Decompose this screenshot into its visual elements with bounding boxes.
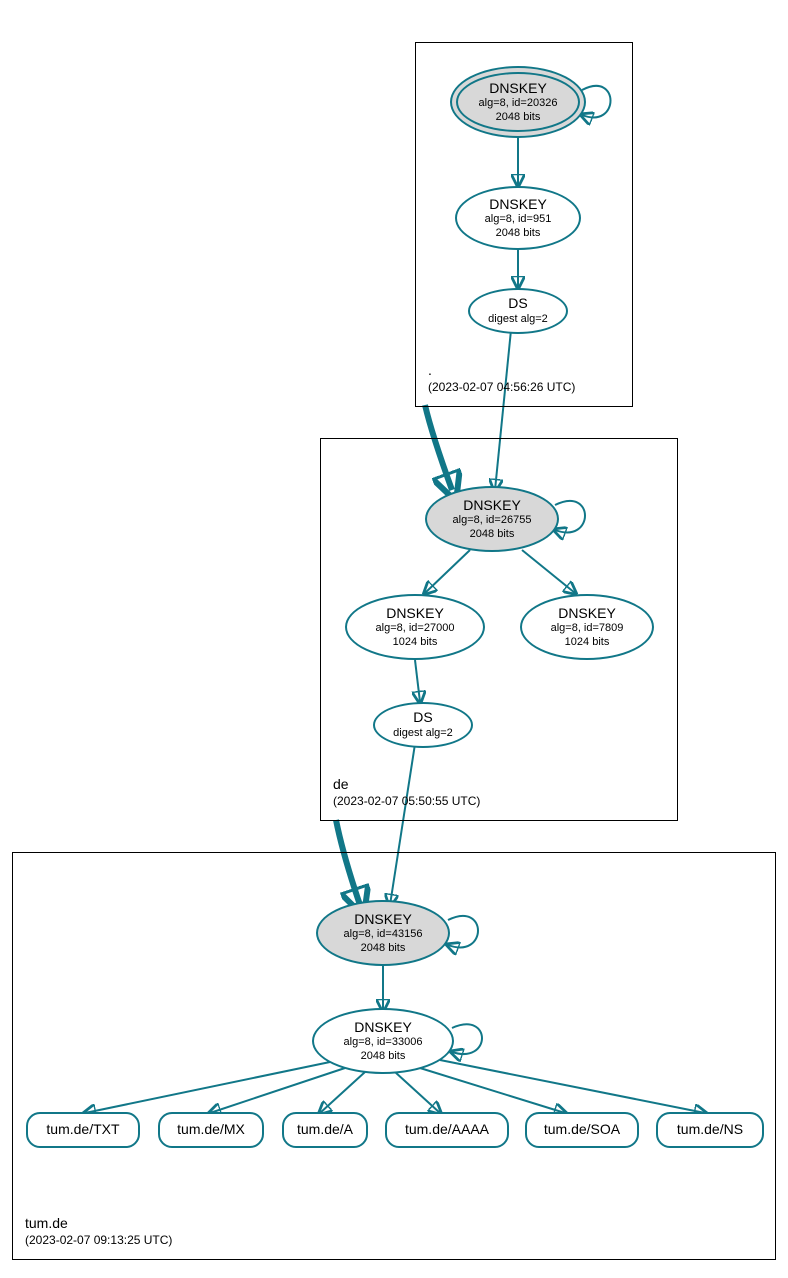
node-de-zsk2-title: DNSKEY bbox=[558, 605, 616, 623]
rr-mx-label: tum.de/MX bbox=[177, 1121, 245, 1139]
node-de-ksk-title: DNSKEY bbox=[463, 497, 521, 515]
node-tum-zsk-line1: alg=8, id=33006 bbox=[344, 1036, 423, 1050]
node-root-ds: DS digest alg=2 bbox=[468, 288, 568, 334]
zone-root-name: . bbox=[428, 362, 575, 378]
zone-de-name: de bbox=[333, 776, 480, 792]
zone-root-timestamp: (2023-02-07 04:56:26 UTC) bbox=[428, 380, 575, 394]
rr-aaaa-label: tum.de/AAAA bbox=[405, 1121, 489, 1139]
node-tum-ksk-line2: 2048 bits bbox=[361, 942, 406, 956]
rr-soa: tum.de/SOA bbox=[525, 1112, 639, 1148]
rr-aaaa: tum.de/AAAA bbox=[385, 1112, 509, 1148]
node-de-zsk2-line2: 1024 bits bbox=[565, 636, 610, 650]
node-tum-zsk: DNSKEY alg=8, id=33006 2048 bits bbox=[312, 1008, 454, 1074]
node-de-zsk1-line2: 1024 bits bbox=[393, 636, 438, 650]
node-de-zsk2-line1: alg=8, id=7809 bbox=[551, 622, 624, 636]
node-de-zsk2: DNSKEY alg=8, id=7809 1024 bits bbox=[520, 594, 654, 660]
node-root-zsk: DNSKEY alg=8, id=951 2048 bits bbox=[455, 186, 581, 250]
node-de-ds: DS digest alg=2 bbox=[373, 702, 473, 748]
node-tum-zsk-title: DNSKEY bbox=[354, 1019, 412, 1037]
rr-a-label: tum.de/A bbox=[297, 1121, 353, 1139]
node-de-ksk-line2: 2048 bits bbox=[470, 528, 515, 542]
rr-soa-label: tum.de/SOA bbox=[544, 1121, 620, 1139]
node-de-zsk1-line1: alg=8, id=27000 bbox=[376, 622, 455, 636]
node-root-ds-title: DS bbox=[508, 295, 527, 313]
zone-de-label: de (2023-02-07 05:50:55 UTC) bbox=[333, 776, 480, 808]
zone-tum-label: tum.de (2023-02-07 09:13:25 UTC) bbox=[25, 1215, 172, 1247]
node-root-zsk-line2: 2048 bits bbox=[496, 227, 541, 241]
node-root-ksk-line1: alg=8, id=20326 bbox=[479, 97, 558, 111]
node-root-ksk-title: DNSKEY bbox=[489, 80, 547, 98]
zone-de-timestamp: (2023-02-07 05:50:55 UTC) bbox=[333, 794, 480, 808]
zone-root-label: . (2023-02-07 04:56:26 UTC) bbox=[428, 362, 575, 394]
node-root-zsk-line1: alg=8, id=951 bbox=[485, 213, 552, 227]
node-tum-ksk-line1: alg=8, id=43156 bbox=[344, 928, 423, 942]
node-de-ds-line1: digest alg=2 bbox=[393, 727, 453, 741]
rr-a: tum.de/A bbox=[282, 1112, 368, 1148]
node-root-ksk: DNSKEY alg=8, id=20326 2048 bits bbox=[450, 66, 586, 138]
node-de-ksk: DNSKEY alg=8, id=26755 2048 bits bbox=[425, 486, 559, 552]
dnssec-chain-diagram: . (2023-02-07 04:56:26 UTC) de (2023-02-… bbox=[0, 0, 788, 1278]
node-root-ksk-line2: 2048 bits bbox=[496, 111, 541, 125]
node-root-zsk-title: DNSKEY bbox=[489, 196, 547, 214]
zone-tum-timestamp: (2023-02-07 09:13:25 UTC) bbox=[25, 1233, 172, 1247]
node-tum-ksk-title: DNSKEY bbox=[354, 911, 412, 929]
rr-ns: tum.de/NS bbox=[656, 1112, 764, 1148]
rr-mx: tum.de/MX bbox=[158, 1112, 264, 1148]
node-root-ds-line1: digest alg=2 bbox=[488, 313, 548, 327]
node-de-zsk1: DNSKEY alg=8, id=27000 1024 bits bbox=[345, 594, 485, 660]
node-de-ds-title: DS bbox=[413, 709, 432, 727]
zone-tum-name: tum.de bbox=[25, 1215, 172, 1231]
node-de-zsk1-title: DNSKEY bbox=[386, 605, 444, 623]
rr-ns-label: tum.de/NS bbox=[677, 1121, 743, 1139]
node-tum-ksk: DNSKEY alg=8, id=43156 2048 bits bbox=[316, 900, 450, 966]
node-tum-zsk-line2: 2048 bits bbox=[361, 1050, 406, 1064]
rr-txt-label: tum.de/TXT bbox=[46, 1121, 119, 1139]
rr-txt: tum.de/TXT bbox=[26, 1112, 140, 1148]
node-de-ksk-line1: alg=8, id=26755 bbox=[453, 514, 532, 528]
